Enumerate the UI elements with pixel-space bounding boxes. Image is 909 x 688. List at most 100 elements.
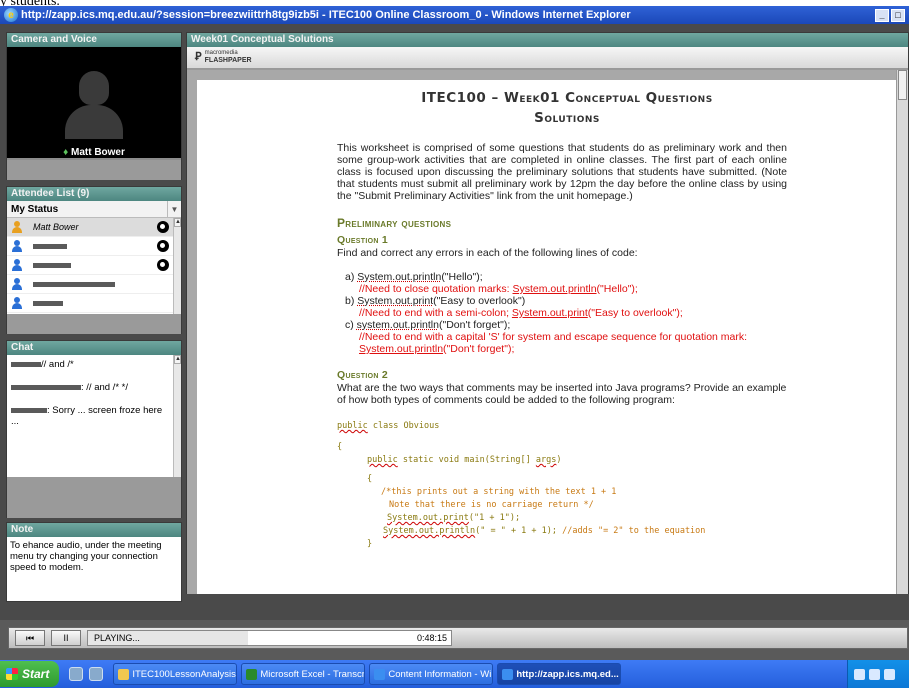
chat-message: : Sorry ... screen froze here ...	[11, 405, 163, 427]
attendee-row[interactable]	[7, 294, 181, 313]
quick-launch	[69, 667, 104, 681]
chat-input-area[interactable]	[7, 477, 181, 518]
chat-pod: Chat // and /* : // and /* */ : Sorry ..…	[6, 340, 182, 518]
redacted-name	[33, 263, 71, 269]
attendee-row[interactable]	[7, 256, 181, 275]
attendee-row[interactable]: Matt Bower	[7, 218, 181, 237]
question-1-items: a) System.out.println("Hello"); //Need t…	[337, 271, 897, 355]
playback-progress[interactable]: PLAYING... 0:48:15	[87, 630, 452, 646]
redacted-sender	[11, 361, 41, 367]
playback-time: 0:48:15	[416, 633, 447, 643]
window-title: http://zapp.ics.mq.edu.au/?session=breez…	[21, 9, 631, 21]
person-silhouette-icon	[79, 71, 109, 105]
taskbar-item[interactable]: Content Information - Wi...	[369, 663, 494, 685]
document-page: ITEC100 – Week01 Conceptual Questions So…	[197, 80, 897, 594]
redacted-name	[33, 244, 67, 250]
attendee-list-pod: Attendee List (9) My Status ▼ Matt Bower	[6, 186, 182, 334]
internet-explorer-icon	[374, 668, 386, 680]
taskbar-item[interactable]: http://zapp.ics.mq.ed...	[497, 663, 622, 685]
attendee-row[interactable]	[7, 275, 181, 294]
host-person-icon	[11, 221, 23, 233]
chat-messages: // and /* : // and /* */ : Sorry ... scr…	[7, 355, 181, 477]
internet-explorer-icon	[502, 668, 514, 680]
question-2-text: What are the two ways that comments may …	[337, 382, 787, 406]
chat-message: : // and /* */	[11, 382, 171, 393]
windows-taskbar: Start ITEC100LessonAnalysis Microsoft Ex…	[0, 660, 909, 688]
minimize-button[interactable]: _	[875, 8, 889, 22]
participant-person-icon	[11, 259, 23, 271]
chat-pod-header[interactable]: Chat	[7, 341, 181, 355]
flashpaper-toolbar: Ꝑ macromedia FLASHPAPER	[187, 47, 908, 69]
help-icon[interactable]	[854, 668, 865, 680]
show-desktop-icon[interactable]	[69, 667, 84, 681]
participant-person-icon	[11, 240, 23, 252]
taskbar-item[interactable]: ITEC100LessonAnalysis	[113, 663, 238, 685]
playback-controls: ⏮ II PLAYING... 0:48:15	[8, 627, 908, 649]
windows-flag-icon	[6, 668, 18, 680]
connect-meeting-room: Camera and Voice ♦ Matt Bower Attendee L…	[0, 24, 909, 660]
speaking-indicator-icon: ♦	[63, 147, 71, 158]
rewind-button[interactable]: ⏮	[15, 630, 45, 646]
participant-person-icon	[11, 297, 23, 309]
redacted-sender	[11, 384, 81, 390]
redacted-sender	[11, 407, 47, 413]
document-scrollbar[interactable]	[896, 70, 908, 594]
volume-icon[interactable]	[884, 668, 895, 680]
code-sample: public class Obvious { public static voi…	[337, 421, 706, 549]
my-status-dropdown[interactable]: My Status ▼	[7, 201, 181, 218]
section-heading: Preliminary questions	[337, 216, 452, 230]
chat-scrollbar[interactable]: ▲	[173, 355, 181, 477]
scroll-up-arrow-icon[interactable]: ▲	[174, 355, 181, 364]
network-icon[interactable]	[869, 668, 880, 680]
microphone-icon	[157, 221, 169, 233]
redacted-name	[33, 301, 63, 307]
code-line: c) system.out.println("Don't forget");	[345, 319, 511, 331]
question-1-text: Find and correct any errors in each of t…	[337, 247, 638, 259]
code-line: a) System.out.println("Hello");	[345, 271, 483, 283]
internet-explorer-icon[interactable]	[89, 667, 104, 681]
correction-line: //Need to end with a capital 'S' for sys…	[359, 331, 748, 355]
attendee-pod-footer	[7, 314, 181, 334]
presenter-name: ♦ Matt Bower	[7, 147, 181, 158]
document-viewer[interactable]: ITEC100 – Week01 Conceptual Questions So…	[187, 70, 908, 594]
folder-icon	[118, 668, 130, 680]
microphone-icon	[157, 240, 169, 252]
internet-explorer-icon: e	[4, 8, 18, 22]
scrollbar-thumb[interactable]	[898, 70, 907, 100]
excel-icon	[246, 668, 258, 680]
share-pod-header[interactable]: Week01 Conceptual Solutions	[187, 33, 908, 47]
share-pod: Week01 Conceptual Solutions Ꝑ macromedia…	[186, 32, 909, 594]
camera-voice-pod: Camera and Voice ♦ Matt Bower	[6, 32, 182, 180]
camera-pod-header[interactable]: Camera and Voice	[7, 33, 181, 47]
participant-person-icon	[11, 278, 23, 290]
doc-intro: This worksheet is comprised of some ques…	[337, 142, 787, 202]
note-pod: Note To ehance audio, under the meeting …	[6, 522, 182, 602]
chevron-down-icon[interactable]: ▼	[167, 201, 181, 217]
maximize-button[interactable]: □	[891, 8, 905, 22]
taskbar-item[interactable]: Microsoft Excel - Transcri...	[241, 663, 366, 685]
pause-button[interactable]: II	[51, 630, 81, 646]
window-title-bar[interactable]: e http://zapp.ics.mq.edu.au/?session=bre…	[0, 6, 909, 24]
attendee-scrollbar[interactable]: ▲	[173, 218, 181, 314]
person-silhouette-body	[65, 105, 123, 139]
doc-title: ITEC100 – Week01 Conceptual Questions So…	[421, 90, 713, 126]
note-pod-header[interactable]: Note	[7, 523, 181, 537]
microphone-icon	[157, 259, 169, 271]
flashpaper-logo-icon: Ꝑ	[195, 51, 202, 63]
attendee-name: Matt Bower	[33, 222, 79, 232]
question-2-heading: Question 2	[337, 369, 389, 381]
flashpaper-logo: Ꝑ macromedia FLASHPAPER	[195, 50, 252, 64]
start-button[interactable]: Start	[0, 661, 60, 687]
question-1-heading: Question 1	[337, 234, 389, 246]
video-feed	[7, 47, 181, 147]
redacted-name	[33, 282, 115, 288]
attendee-list: Matt Bower ▲	[7, 218, 181, 314]
my-status-label: My Status	[11, 203, 59, 215]
correction-line: //Need to end with a semi-colon; System.…	[359, 307, 683, 319]
attendee-row[interactable]	[7, 237, 181, 256]
system-tray	[847, 660, 909, 688]
attendee-pod-header[interactable]: Attendee List (9)	[7, 187, 181, 201]
playback-bar: ⏮ II PLAYING... 0:48:15	[0, 620, 909, 660]
scroll-up-arrow-icon[interactable]: ▲	[174, 218, 181, 227]
note-text: To ehance audio, under the meeting menu …	[7, 537, 181, 601]
